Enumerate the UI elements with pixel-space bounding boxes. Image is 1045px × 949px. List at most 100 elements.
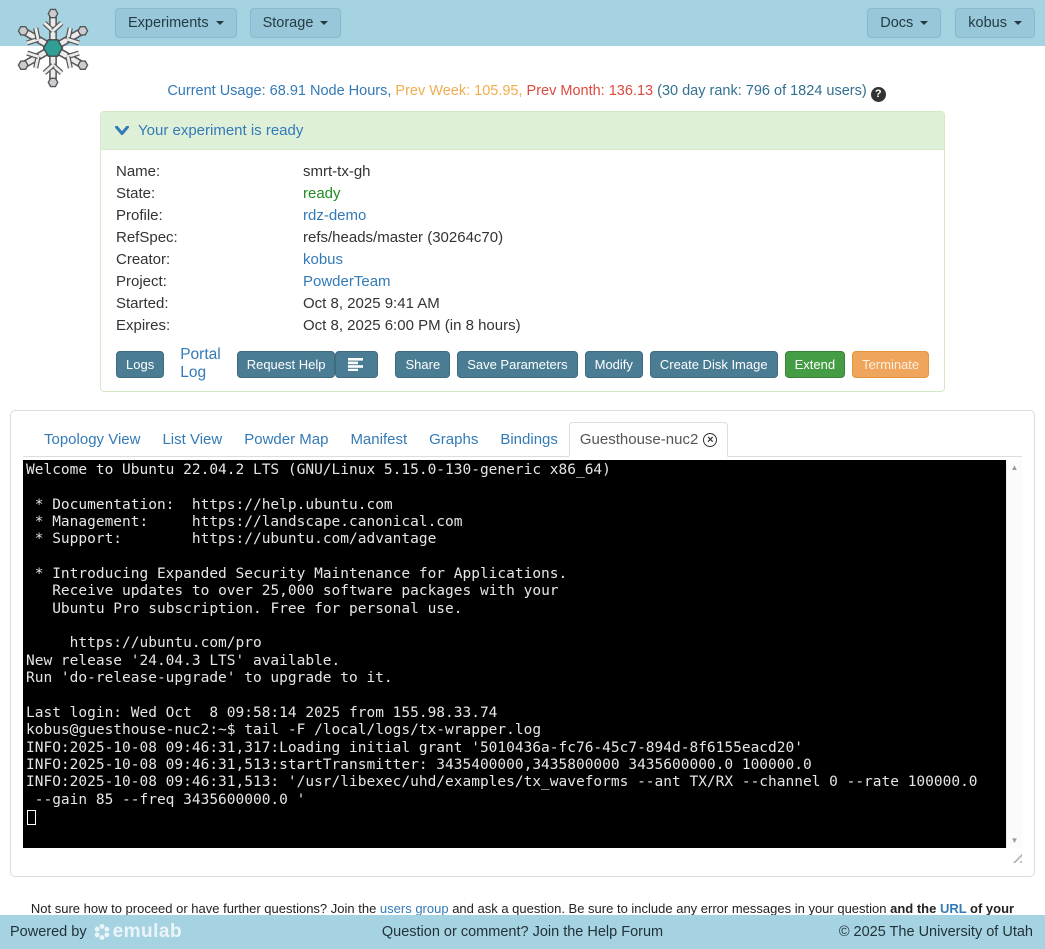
storage-menu-button[interactable]: Storage bbox=[250, 8, 342, 38]
scroll-up-icon[interactable]: ▲ bbox=[1007, 463, 1022, 472]
chevron-down-icon bbox=[320, 21, 328, 25]
chevron-down-icon bbox=[1014, 21, 1022, 25]
experiment-status-panel: Your experiment is ready Name: smrt-tx-g… bbox=[100, 111, 945, 392]
create-disk-image-button[interactable]: Create Disk Image bbox=[650, 351, 778, 378]
help-text-1: Not sure how to proceed or have further … bbox=[31, 901, 380, 916]
terminal-line bbox=[26, 479, 1006, 496]
detail-label: Profile: bbox=[116, 205, 303, 227]
emulab-brand-label: emulab bbox=[113, 921, 183, 943]
align-left-icon bbox=[348, 358, 365, 371]
storage-menu-label: Storage bbox=[263, 15, 314, 31]
rank-text: (30 day rank: 796 of 1824 users) bbox=[653, 83, 871, 99]
navbar-left-group: Experiments Storage bbox=[115, 8, 341, 38]
detail-row-state: State: ready bbox=[116, 183, 929, 205]
terminal-line: Ubuntu Pro subscription. Free for person… bbox=[26, 601, 1006, 618]
terminal-line: * Management: https://landscape.canonica… bbox=[26, 514, 1006, 531]
terminal-scrollbar[interactable]: ▲ ▼ bbox=[1006, 460, 1022, 848]
usage-help-icon[interactable]: ? bbox=[871, 87, 886, 102]
detail-label: Started: bbox=[116, 293, 303, 315]
terminal-cursor bbox=[27, 810, 36, 825]
tab-manifest[interactable]: Manifest bbox=[339, 423, 418, 456]
navbar-right-group: Docs kobus bbox=[867, 8, 1035, 38]
experiments-menu-button[interactable]: Experiments bbox=[115, 8, 237, 38]
user-menu-button[interactable]: kobus bbox=[955, 8, 1035, 38]
users-group-link[interactable]: users group bbox=[380, 901, 449, 916]
terminal-line bbox=[26, 687, 1006, 704]
experiments-menu-label: Experiments bbox=[128, 15, 209, 31]
url-link[interactable]: URL bbox=[940, 901, 966, 916]
terminal-line bbox=[26, 549, 1006, 566]
terminal-line bbox=[26, 618, 1006, 635]
detail-row-started: Started: Oct 8, 2025 9:41 AM bbox=[116, 293, 929, 315]
save-parameters-button[interactable]: Save Parameters bbox=[457, 351, 577, 378]
view-tab-bar: Topology View List View Powder Map Manif… bbox=[23, 422, 1022, 457]
terminate-button[interactable]: Terminate bbox=[852, 351, 929, 378]
refspec-value: refs/heads/master (30264c70) bbox=[303, 227, 503, 249]
tab-graphs[interactable]: Graphs bbox=[418, 423, 489, 456]
detail-row-creator: Creator: kobus bbox=[116, 249, 929, 271]
modify-button[interactable]: Modify bbox=[585, 351, 643, 378]
experiment-details: Name: smrt-tx-gh State: ready Profile: r… bbox=[101, 150, 944, 391]
detail-label: Creator: bbox=[116, 249, 303, 271]
chevron-down-icon bbox=[920, 21, 928, 25]
emulab-brand-link[interactable]: emulab bbox=[93, 921, 183, 943]
terminal-line: * Introducing Expanded Security Maintena… bbox=[26, 566, 1006, 583]
tab-close-icon[interactable]: × bbox=[703, 433, 717, 447]
docs-menu-button[interactable]: Docs bbox=[867, 8, 941, 38]
resize-handle[interactable] bbox=[1009, 850, 1022, 863]
prev-week-text: Prev Week: 105.95, bbox=[395, 83, 526, 99]
help-forum-link[interactable]: Join the Help Forum bbox=[533, 924, 664, 940]
usage-summary: Current Usage: 68.91 Node Hours, Prev We… bbox=[0, 46, 1045, 102]
current-usage-text: Current Usage: 68.91 Node Hours, bbox=[167, 83, 395, 99]
terminal-area: Welcome to Ubuntu 22.04.2 LTS (GNU/Linux… bbox=[23, 460, 1022, 848]
chevron-down-icon bbox=[216, 21, 224, 25]
powder-snowflake-logo[interactable] bbox=[10, 5, 96, 91]
tab-list-view[interactable]: List View bbox=[151, 423, 233, 456]
terminal-line: Last login: Wed Oct 8 09:58:14 2025 from… bbox=[26, 705, 1006, 722]
footer-copyright: © 2025 The University of Utah bbox=[839, 924, 1033, 940]
right-action-group: Share Save Parameters Modify Create Disk… bbox=[335, 351, 929, 378]
status-alert-title: Your experiment is ready bbox=[138, 122, 303, 139]
detail-row-name: Name: smrt-tx-gh bbox=[116, 161, 929, 183]
detail-row-profile: Profile: rdz-demo bbox=[116, 205, 929, 227]
tab-guesthouse-nuc2[interactable]: Guesthouse-nuc2 × bbox=[569, 422, 728, 457]
tab-guesthouse-nuc2-label: Guesthouse-nuc2 bbox=[580, 431, 698, 448]
ssh-terminal[interactable]: Welcome to Ubuntu 22.04.2 LTS (GNU/Linux… bbox=[23, 460, 1006, 848]
terminal-line: INFO:2025-10-08 09:46:31,513:startTransm… bbox=[26, 757, 1006, 774]
footer-powered-by: Powered by emulab bbox=[10, 921, 182, 943]
request-help-button[interactable]: Request Help bbox=[237, 351, 336, 378]
expires-value: Oct 8, 2025 6:00 PM (in 8 hours) bbox=[303, 315, 521, 337]
terminal-line: INFO:2025-10-08 09:46:31,513: '/usr/libe… bbox=[26, 774, 1006, 791]
profile-link[interactable]: rdz-demo bbox=[303, 205, 366, 227]
powered-by-text: Powered by bbox=[10, 924, 87, 940]
user-menu-label: kobus bbox=[968, 15, 1007, 31]
experiment-view-panel: Topology View List View Powder Map Manif… bbox=[10, 410, 1035, 877]
terminal-line: Welcome to Ubuntu 22.04.2 LTS (GNU/Linux… bbox=[26, 462, 1006, 479]
terminal-line: New release '24.04.3 LTS' available. bbox=[26, 653, 1006, 670]
portal-log-link[interactable]: Portal Log bbox=[180, 346, 221, 382]
status-alert-header[interactable]: Your experiment is ready bbox=[101, 112, 944, 150]
top-navbar: Experiments Storage Docs kobus bbox=[0, 0, 1045, 46]
detail-label: State: bbox=[116, 183, 303, 205]
terminal-prompt-line: kobus@guesthouse-nuc2:~$ tail -F /local/… bbox=[26, 722, 1006, 739]
terminal-line: * Support: https://ubuntu.com/advantage bbox=[26, 531, 1006, 548]
creator-link[interactable]: kobus bbox=[303, 249, 343, 271]
prev-month-text: Prev Month: 136.13 bbox=[527, 83, 654, 99]
tab-powder-map[interactable]: Powder Map bbox=[233, 423, 339, 456]
experiment-state-value: ready bbox=[303, 183, 341, 205]
terminal-line: * Documentation: https://help.ubuntu.com bbox=[26, 497, 1006, 514]
scroll-down-icon[interactable]: ▼ bbox=[1007, 836, 1022, 845]
project-link[interactable]: PowderTeam bbox=[303, 271, 391, 293]
detail-row-expires: Expires: Oct 8, 2025 6:00 PM (in 8 hours… bbox=[116, 315, 929, 337]
tab-bindings[interactable]: Bindings bbox=[489, 423, 569, 456]
share-button[interactable]: Share bbox=[395, 351, 450, 378]
detail-label: Expires: bbox=[116, 315, 303, 337]
logs-button[interactable]: Logs bbox=[116, 351, 164, 378]
extend-button[interactable]: Extend bbox=[785, 351, 845, 378]
terminal-resize-row bbox=[23, 850, 1022, 863]
started-value: Oct 8, 2025 9:41 AM bbox=[303, 293, 440, 315]
docs-menu-label: Docs bbox=[880, 15, 913, 31]
snapshot-list-button[interactable] bbox=[335, 351, 378, 378]
chevron-down-icon bbox=[115, 126, 129, 136]
tab-topology-view[interactable]: Topology View bbox=[33, 423, 151, 456]
